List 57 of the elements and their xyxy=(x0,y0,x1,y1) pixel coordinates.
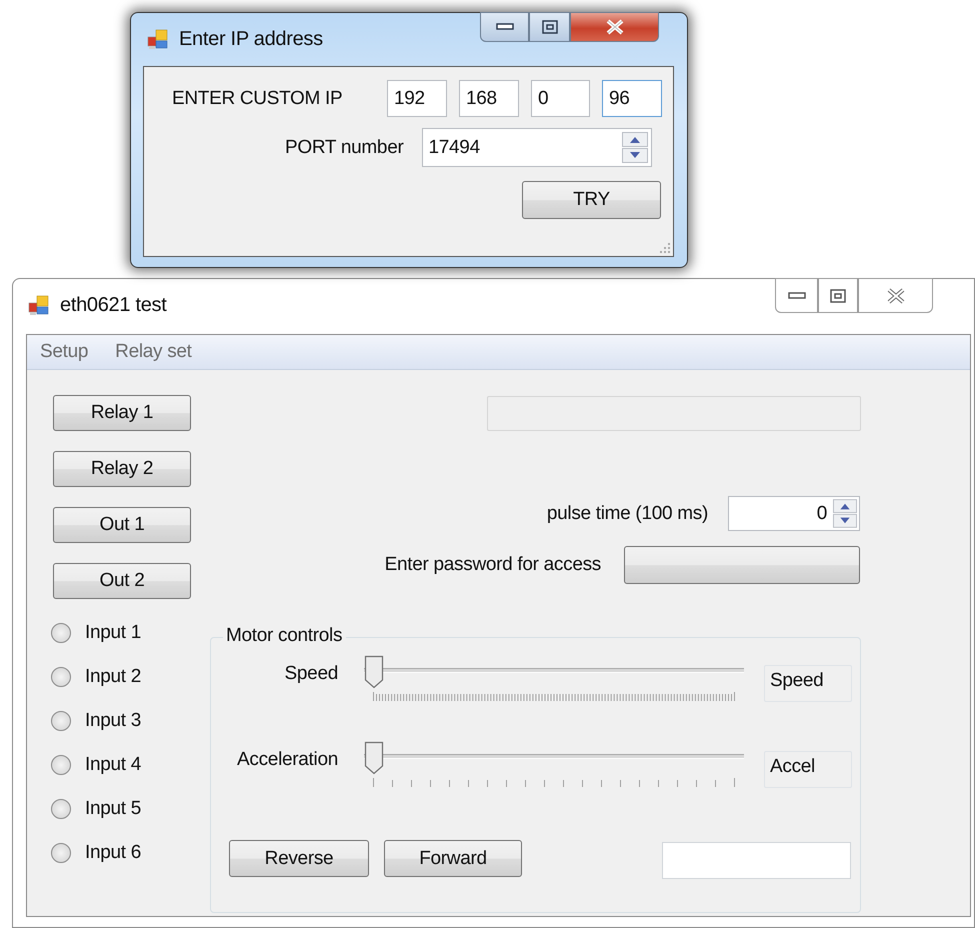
maximize-icon xyxy=(830,288,846,302)
ip-octet-field[interactable]: 192 xyxy=(387,80,447,117)
app-icon xyxy=(147,28,169,50)
ip-label: ENTER CUSTOM IP xyxy=(172,88,344,110)
input-label: Input 5 xyxy=(85,798,142,820)
ip-octet-field[interactable]: 0 xyxy=(531,80,590,117)
slider-label: Speed xyxy=(284,662,338,685)
resize-grip-icon[interactable] xyxy=(659,242,671,254)
ip-octet-field[interactable]: 168 xyxy=(459,80,519,117)
close-icon xyxy=(886,288,906,304)
forward-button[interactable]: Forward xyxy=(384,840,522,877)
input-indicator[interactable] xyxy=(51,711,71,731)
app-icon xyxy=(28,294,50,316)
menu-item[interactable]: Relay set xyxy=(102,341,206,363)
window-title: Enter IP address xyxy=(179,28,323,50)
input-indicator[interactable] xyxy=(51,799,71,819)
relay-button[interactable]: Relay 1 xyxy=(53,395,191,431)
slider-thumb[interactable] xyxy=(364,741,384,775)
port-label: PORT number xyxy=(285,136,404,158)
input-indicator[interactable] xyxy=(51,843,71,863)
spin-buttons-icon[interactable] xyxy=(622,132,648,163)
password-button[interactable] xyxy=(624,546,860,584)
value-readout: Speed xyxy=(764,665,852,702)
relay-button[interactable]: Relay 2 xyxy=(53,451,191,487)
relay-button[interactable]: Out 2 xyxy=(53,563,191,599)
minimize-button[interactable] xyxy=(775,278,818,313)
slider-label: Acceleration xyxy=(236,748,338,771)
relay-button[interactable]: Out 1 xyxy=(53,507,191,543)
value-readout: Accel xyxy=(764,751,852,788)
input-indicator[interactable] xyxy=(51,667,71,687)
input-label: Input 6 xyxy=(85,842,142,864)
maximize-button[interactable] xyxy=(529,12,570,42)
ip-octet-field[interactable]: 96 xyxy=(602,80,662,117)
pulse-time-label: pulse time (100 ms) xyxy=(546,502,708,524)
port-field[interactable]: 17494 xyxy=(422,128,652,167)
maximize-button[interactable] xyxy=(818,278,858,313)
spin-buttons-icon[interactable] xyxy=(833,499,857,528)
input-indicator[interactable] xyxy=(51,623,71,643)
window-title: eth0621 test xyxy=(60,294,166,316)
minimize-icon xyxy=(788,292,806,300)
reverse-button[interactable]: Reverse xyxy=(229,840,369,877)
pulse-time-field[interactable]: 0 xyxy=(728,496,860,531)
minimize-icon xyxy=(496,23,514,31)
minimize-button[interactable] xyxy=(480,12,529,42)
text-field[interactable] xyxy=(662,842,851,879)
menu-item[interactable]: Setup xyxy=(27,341,102,363)
input-label: Input 1 xyxy=(85,622,142,644)
close-icon xyxy=(604,19,624,35)
password-label: Enter password for access xyxy=(384,554,601,576)
close-button[interactable] xyxy=(570,12,659,42)
input-label: Input 4 xyxy=(85,754,142,776)
try-button[interactable]: TRY xyxy=(522,181,661,219)
slider-thumb[interactable] xyxy=(364,655,384,689)
maximize-icon xyxy=(542,20,558,34)
input-label: Input 2 xyxy=(85,666,142,688)
input-label: Input 3 xyxy=(85,710,142,732)
input-indicator[interactable] xyxy=(51,755,71,775)
